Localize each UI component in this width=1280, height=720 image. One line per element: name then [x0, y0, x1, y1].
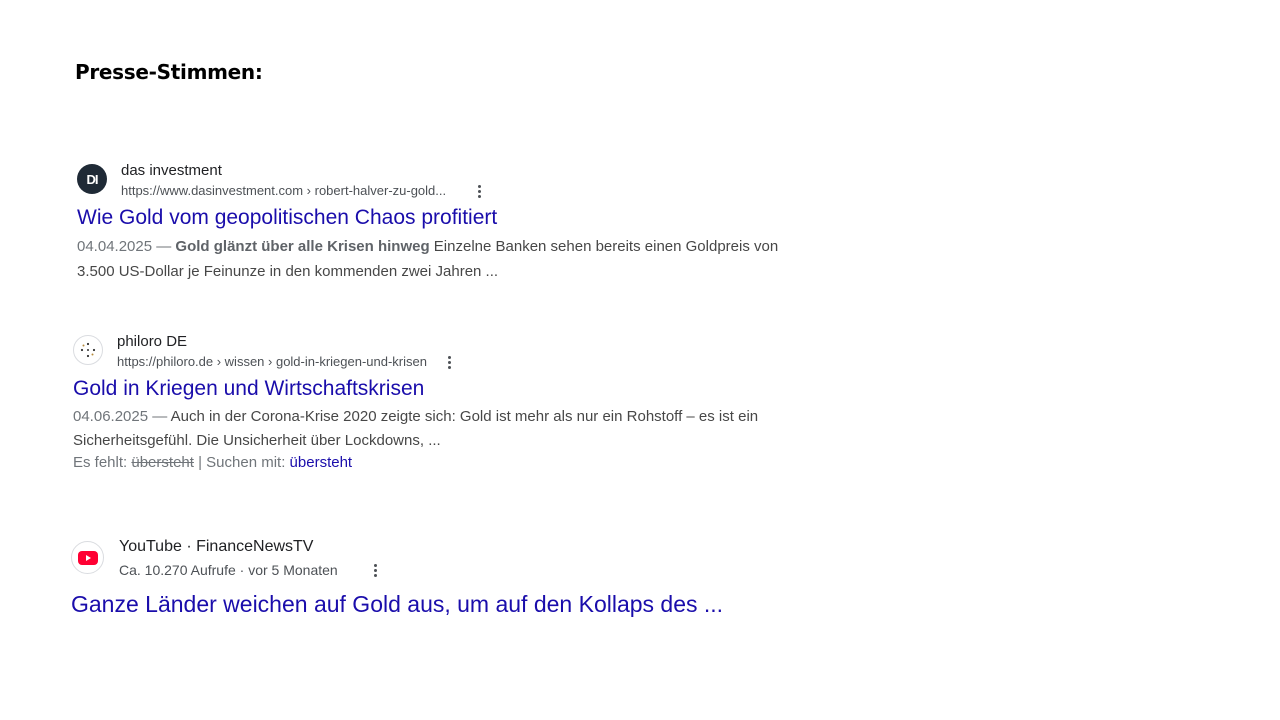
snippet-text: Auch in der Corona-Krise 2020 zeigte sic… [73, 408, 759, 449]
search-with-label: | Suchen mit: [198, 454, 286, 471]
site-name: philoro DE [117, 333, 188, 350]
search-result-youtube: YouTube · FinanceNewsTV Ca. 10.270 Aufru… [71, 538, 811, 618]
result-snippet: 04.06.2025 — Auch in der Corona-Krise 20… [73, 408, 759, 449]
result-title-link[interactable]: Ganze Länder weichen auf Gold aus, um au… [71, 591, 811, 618]
result-site-row[interactable]: YouTube · FinanceNewsTV Ca. 10.270 Aufru… [71, 538, 811, 582]
philoro-dots-icon [73, 335, 103, 365]
site-url: https://www.dasinvestment.com › robert-h… [121, 183, 447, 198]
snippet-date: 04.04.2025 [77, 238, 153, 255]
snippet-bold: Gold glänzt über alle Krisen hinweg [175, 238, 430, 255]
result-site-row[interactable]: DI das investment https://www.dasinvestm… [77, 162, 817, 202]
search-with-link[interactable]: übersteht [290, 454, 353, 471]
more-options-icon[interactable] [367, 561, 383, 579]
more-options-icon[interactable] [471, 182, 487, 200]
missing-label: Es fehlt: [73, 454, 128, 471]
result-title-link[interactable]: Gold in Kriegen und Wirtschaftskrisen [73, 377, 813, 401]
video-meta: Ca. 10.270 Aufrufe · vor 5 Monaten [119, 562, 338, 578]
youtube-play-icon [71, 541, 104, 574]
page-title: Presse-Stimmen: [75, 60, 263, 84]
snippet-date: 04.06.2025 [73, 408, 149, 425]
result-title-link[interactable]: Wie Gold vom geopolitischen Chaos profit… [77, 206, 817, 230]
site-name: YouTube · FinanceNewsTV [119, 538, 314, 555]
missing-word: übersteht [131, 454, 194, 471]
search-result-philoro: philoro DE https://philoro.de › wissen ›… [73, 333, 813, 473]
search-result-dasinvestment: DI das investment https://www.dasinvestm… [77, 162, 817, 284]
result-site-row[interactable]: philoro DE https://philoro.de › wissen ›… [73, 333, 813, 373]
site-name: das investment [121, 162, 222, 179]
missing-terms: Es fehlt: übersteht | Suchen mit: überst… [73, 453, 813, 473]
more-options-icon[interactable] [441, 353, 457, 371]
site-url: https://philoro.de › wissen › gold-in-kr… [117, 354, 427, 369]
dasinvestment-logo-icon: DI [77, 164, 107, 194]
result-snippet: 04.04.2025 — Gold glänzt über alle Krise… [77, 238, 779, 280]
